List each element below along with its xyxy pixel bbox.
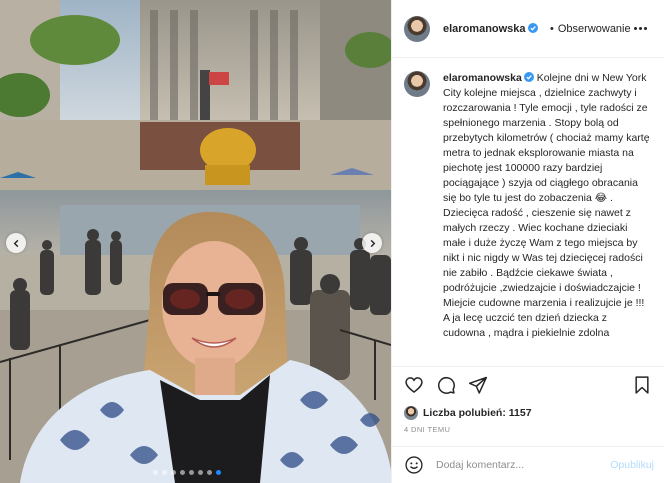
avatar[interactable] bbox=[404, 15, 430, 42]
carousel-dot bbox=[180, 470, 185, 475]
liker-avatar[interactable] bbox=[404, 406, 418, 420]
action-icons bbox=[392, 367, 664, 403]
carousel-dot bbox=[198, 470, 203, 475]
likes-row: Liczba polubień: 1157 bbox=[392, 403, 664, 423]
carousel-dot bbox=[189, 470, 194, 475]
chevron-left-icon bbox=[13, 239, 18, 247]
post-image[interactable] bbox=[0, 0, 391, 483]
caption-text: Kolejne dni w New York City kolejne miej… bbox=[443, 72, 650, 339]
comment-icon[interactable] bbox=[436, 375, 456, 395]
post-timestamp[interactable]: 4 DNI TEMU bbox=[392, 423, 664, 434]
carousel-dot bbox=[153, 470, 158, 475]
post-photo bbox=[0, 0, 391, 483]
bookmark-icon[interactable] bbox=[632, 375, 652, 395]
carousel-dot bbox=[216, 470, 221, 475]
header-username-block: elaromanowska bbox=[443, 22, 547, 36]
more-options-icon[interactable] bbox=[634, 22, 650, 34]
instagram-post: elaromanowska • Obserwowanie elaromanows… bbox=[0, 0, 664, 483]
publish-button[interactable]: Opublikuj bbox=[610, 459, 654, 471]
carousel-dot bbox=[162, 470, 167, 475]
header-username[interactable]: elaromanowska bbox=[443, 23, 526, 35]
comment-bar: Opublikuj bbox=[392, 446, 664, 483]
following-button[interactable]: Obserwowanie bbox=[558, 23, 631, 35]
share-icon[interactable] bbox=[468, 375, 488, 395]
caption-avatar[interactable] bbox=[404, 71, 430, 97]
post-details-panel: elaromanowska • Obserwowanie elaromanows… bbox=[391, 0, 664, 483]
carousel-indicator bbox=[153, 470, 221, 475]
verified-badge-icon bbox=[527, 22, 538, 33]
comment-input[interactable] bbox=[436, 459, 586, 471]
heart-icon[interactable] bbox=[404, 375, 424, 395]
caption-text-block: elaromanowska Kolejne dni w New York Cit… bbox=[443, 71, 650, 341]
header-separator: • bbox=[550, 22, 554, 35]
chevron-right-icon bbox=[370, 239, 375, 247]
verified-badge-icon bbox=[523, 72, 534, 82]
emoji-icon[interactable] bbox=[404, 455, 424, 475]
caption-username[interactable]: elaromanowska bbox=[443, 72, 522, 84]
caption: elaromanowska Kolejne dni w New York Cit… bbox=[392, 59, 664, 341]
carousel-dot bbox=[207, 470, 212, 475]
likes-count[interactable]: Liczba polubień: 1157 bbox=[423, 407, 532, 419]
action-bar: Liczba polubień: 1157 4 DNI TEMU bbox=[392, 366, 664, 434]
previous-slide-button[interactable] bbox=[6, 233, 26, 253]
caption-scroll-area[interactable]: elaromanowska Kolejne dni w New York Cit… bbox=[392, 59, 664, 365]
carousel-dot bbox=[171, 470, 176, 475]
post-header: elaromanowska • Obserwowanie bbox=[392, 0, 664, 58]
next-slide-button[interactable] bbox=[362, 233, 382, 253]
